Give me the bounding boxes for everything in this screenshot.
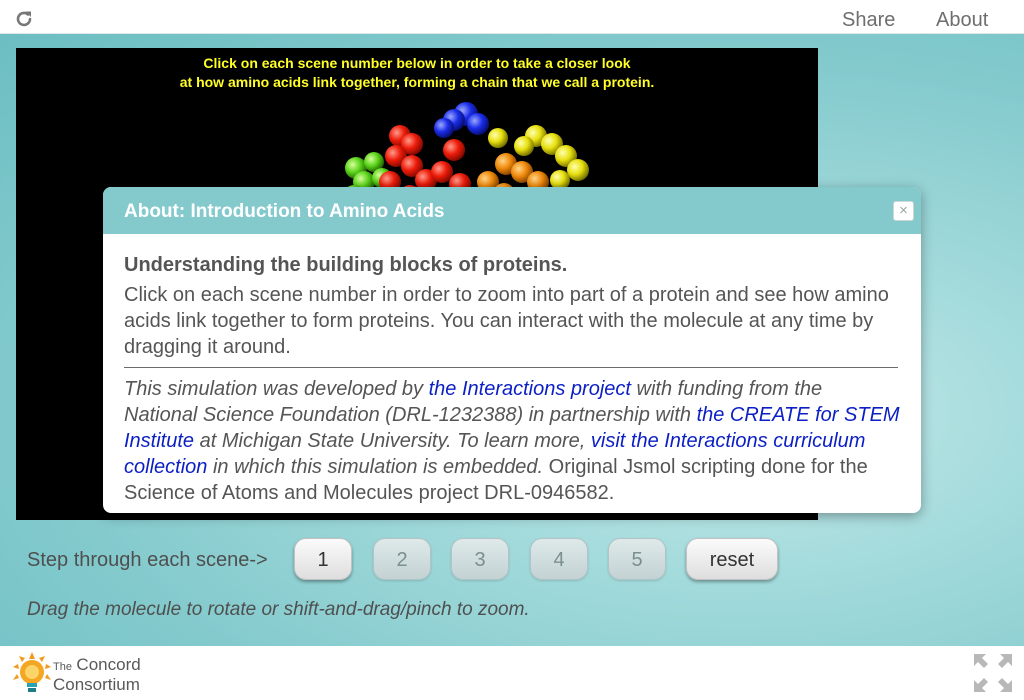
credit-text-3: at Michigan State University. To learn m… — [194, 430, 591, 452]
about-dialog-description: Click on each scene number in order to z… — [124, 284, 889, 358]
logo-consortium: Consortium — [53, 675, 140, 694]
reload-icon[interactable] — [14, 9, 34, 29]
scene-2-button[interactable]: 2 — [373, 538, 431, 580]
top-bar: Share About — [0, 0, 1024, 34]
about-dialog: About: Introduction to Amino Acids × Und… — [103, 187, 921, 513]
scene-4-button[interactable]: 4 — [530, 538, 588, 580]
steps-label: Step through each scene-> — [27, 549, 268, 571]
scene-3-button[interactable]: 3 — [451, 538, 509, 580]
about-dialog-title: About: Introduction to Amino Acids — [124, 201, 445, 222]
logo-concord: Concord — [76, 655, 141, 674]
about-dialog-subtitle: Understanding the building blocks of pro… — [124, 254, 568, 276]
logo-the: The — [53, 661, 72, 673]
scene-steps: Step through each scene-> 1 2 3 4 5 rese… — [0, 536, 1024, 586]
concord-logo-text: The Concord Consortium — [53, 656, 141, 693]
interaction-hint: Drag the molecule to rotate or shift-and… — [27, 599, 530, 620]
credit-text-4: in which this simulation is embedded. — [207, 456, 544, 478]
concord-bulb-logo — [13, 652, 51, 692]
scene-5-button[interactable]: 5 — [608, 538, 666, 580]
fullscreen-icon[interactable] — [972, 652, 1014, 694]
interactions-project-link[interactable]: the Interactions project — [429, 378, 631, 400]
credit-text-1: This simulation was developed by — [124, 378, 429, 400]
about-dialog-divider — [124, 367, 898, 368]
viewer-instruction-line-1: Click on each scene number below in orde… — [203, 55, 631, 71]
close-icon[interactable]: × — [893, 201, 914, 221]
bottom-bar: The Concord Consortium — [0, 646, 1024, 700]
share-link[interactable]: Share — [842, 9, 895, 32]
reset-button[interactable]: reset — [686, 538, 778, 580]
scene-1-button[interactable]: 1 — [294, 538, 352, 580]
about-dialog-header: About: Introduction to Amino Acids × — [103, 187, 921, 234]
about-link[interactable]: About — [936, 9, 988, 32]
about-dialog-body: Understanding the building blocks of pro… — [103, 234, 921, 506]
about-dialog-credits: This simulation was developed by the Int… — [124, 376, 900, 506]
